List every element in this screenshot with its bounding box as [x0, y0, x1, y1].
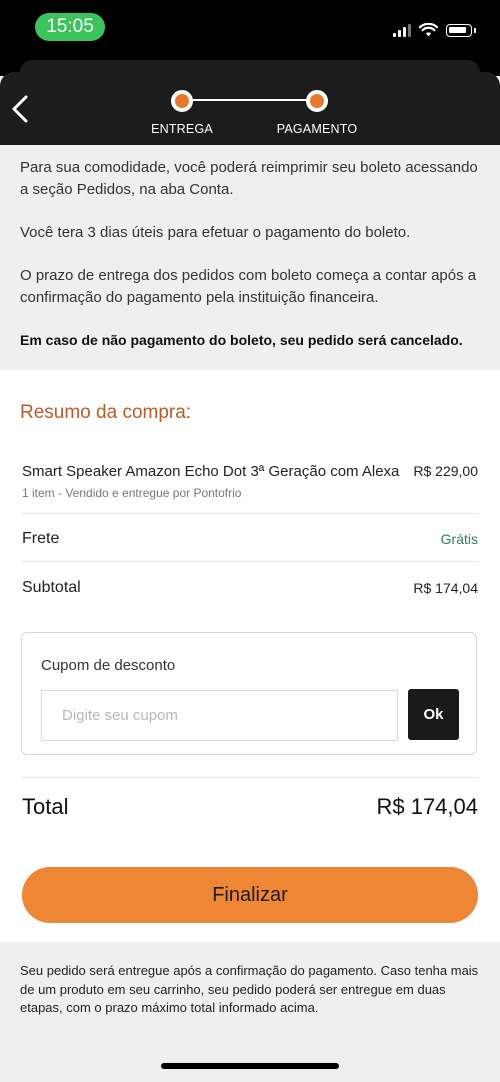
divider	[22, 513, 478, 514]
home-indicator[interactable]	[161, 1063, 339, 1069]
back-button[interactable]	[8, 92, 32, 126]
coupon-input[interactable]	[41, 690, 398, 741]
summary-title: Resumo da compra:	[20, 402, 192, 423]
total-value: R$ 174,04	[376, 794, 478, 819]
status-time: 15:05	[35, 13, 105, 41]
delivery-note: Seu pedido será entregue após a confirma…	[20, 963, 479, 1015]
info-cancel-warning: Em caso de não pagamento do boleto, seu …	[20, 332, 463, 348]
product-name: Smart Speaker Amazon Echo Dot 3ª Geração…	[22, 463, 400, 480]
total-label: Total	[22, 794, 69, 819]
status-bar: 15:05	[0, 0, 500, 56]
chevron-left-icon	[12, 95, 28, 123]
info-delivery: O prazo de entrega dos pedidos com bolet…	[20, 267, 477, 306]
battery-icon	[446, 23, 472, 37]
step-pagamento-label: PAGAMENTO	[276, 122, 358, 136]
step-progress-line	[193, 99, 306, 101]
shipping-value: Grátis	[440, 531, 478, 547]
info-reprint: Para sua comodidade, você poderá reimpri…	[20, 159, 478, 198]
coupon-label: Cupom de desconto	[41, 657, 176, 674]
step-entrega-label: ENTREGA	[151, 122, 213, 136]
order-summary: Resumo da compra: Smart Speaker Amazon E…	[0, 370, 500, 942]
divider	[22, 777, 478, 778]
coupon-ok-button[interactable]: Ok	[408, 689, 459, 740]
cellular-signal-icon	[393, 23, 411, 37]
shipping-label: Frete	[22, 530, 60, 547]
step-pagamento-dot	[306, 90, 328, 112]
step-entrega-dot	[171, 90, 193, 112]
wifi-icon	[419, 23, 438, 37]
status-icons	[393, 22, 476, 38]
boleto-info: Para sua comodidade, você poderá reimpri…	[0, 145, 500, 370]
divider	[22, 561, 478, 562]
product-seller: 1 item - Vendido e entregue por Pontofri…	[22, 486, 242, 500]
subtotal-label: Subtotal	[22, 579, 81, 596]
subtotal-value: R$ 174,04	[413, 580, 478, 596]
coupon-section: Cupom de desconto Ok	[21, 632, 477, 755]
info-deadline: Você tera 3 dias úteis para efetuar o pa…	[20, 224, 411, 241]
battery-tip	[474, 27, 476, 33]
finalize-button[interactable]: Finalizar	[22, 867, 478, 923]
checkout-header: ENTREGA PAGAMENTO	[0, 72, 500, 145]
product-price: R$ 229,00	[413, 463, 478, 479]
